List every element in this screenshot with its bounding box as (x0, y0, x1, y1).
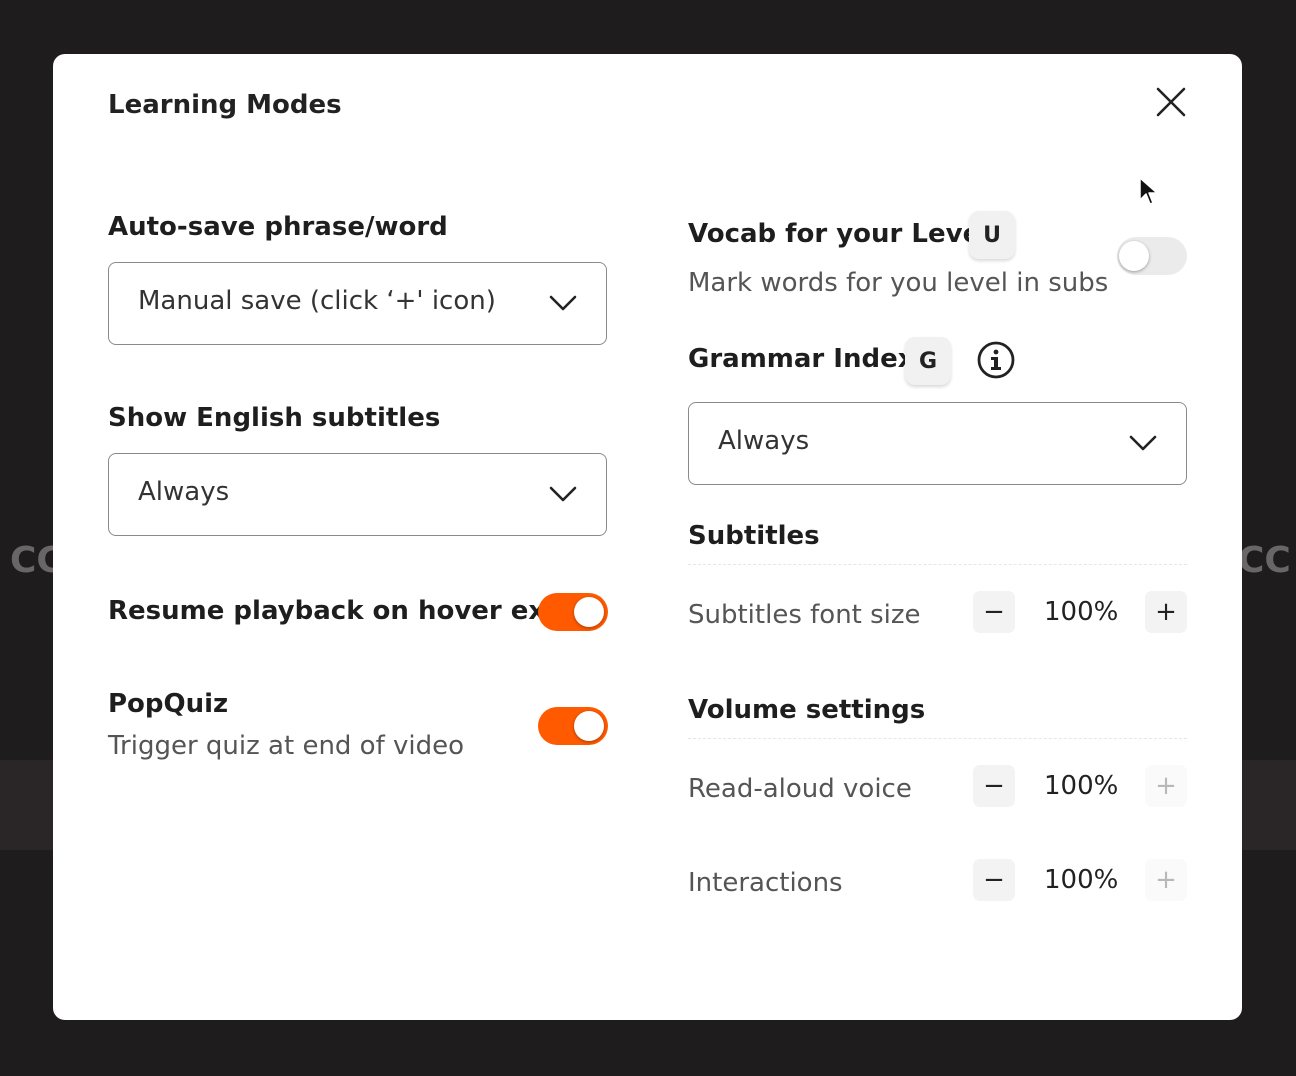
interactions-value: 100% (1044, 865, 1119, 895)
interactions-increase-button[interactable]: + (1145, 859, 1187, 901)
resume-playback-toggle[interactable] (538, 593, 608, 631)
resume-playback-label: Resume playback on hover exit (108, 596, 567, 626)
close-button[interactable] (1153, 84, 1189, 120)
modal-title: Learning Modes (108, 90, 342, 120)
mouse-cursor-icon (1139, 177, 1158, 205)
chevron-down-icon (549, 295, 577, 311)
subtitles-font-size-value: 100% (1044, 597, 1119, 627)
grammar-shortcut-key: G (905, 337, 951, 385)
vocab-level-description: Mark words for you level in subs (688, 268, 1109, 298)
chevron-down-icon (549, 486, 577, 502)
volume-divider (688, 738, 1187, 739)
autosave-select[interactable]: Manual save (click ‘+' icon) (108, 262, 607, 345)
background-cc-right: CC (1238, 540, 1291, 581)
subtitles-font-size-decrease-button[interactable]: − (973, 591, 1015, 633)
read-aloud-decrease-button[interactable]: − (973, 765, 1015, 807)
grammar-index-select-value: Always (718, 426, 810, 456)
vocab-shortcut-key: U (969, 211, 1015, 259)
popquiz-description: Trigger quiz at end of video (108, 731, 465, 761)
subtitles-divider (688, 564, 1187, 565)
english-subtitles-label: Show English subtitles (108, 403, 441, 433)
close-icon (1156, 87, 1186, 117)
read-aloud-voice-label: Read-aloud voice (688, 774, 912, 804)
autosave-label: Auto-save phrase/word (108, 212, 448, 242)
learning-modes-modal: Learning Modes Auto-save phrase/word Man… (53, 54, 1242, 1020)
grammar-index-select[interactable]: Always (688, 402, 1187, 485)
autosave-select-value: Manual save (click ‘+' icon) (138, 286, 496, 316)
interactions-label: Interactions (688, 868, 843, 898)
english-subtitles-select[interactable]: Always (108, 453, 607, 536)
read-aloud-increase-button[interactable]: + (1145, 765, 1187, 807)
toggle-knob (574, 711, 604, 741)
interactions-decrease-button[interactable]: − (973, 859, 1015, 901)
read-aloud-value: 100% (1044, 771, 1119, 801)
english-subtitles-select-value: Always (138, 477, 230, 507)
chevron-down-icon (1129, 435, 1157, 451)
toggle-knob (1119, 241, 1149, 271)
subtitles-heading: Subtitles (688, 521, 820, 551)
toggle-knob (574, 597, 604, 627)
subtitles-font-size-increase-button[interactable]: + (1145, 591, 1187, 633)
grammar-info-button[interactable] (976, 340, 1016, 380)
popquiz-toggle[interactable] (538, 707, 608, 745)
grammar-index-label: Grammar Index (688, 344, 915, 374)
vocab-level-label: Vocab for your Level (688, 219, 990, 249)
subtitles-font-size-label: Subtitles font size (688, 600, 921, 630)
info-icon (977, 341, 1015, 379)
volume-settings-heading: Volume settings (688, 695, 926, 725)
vocab-level-toggle[interactable] (1117, 237, 1187, 275)
popquiz-label: PopQuiz (108, 689, 229, 719)
